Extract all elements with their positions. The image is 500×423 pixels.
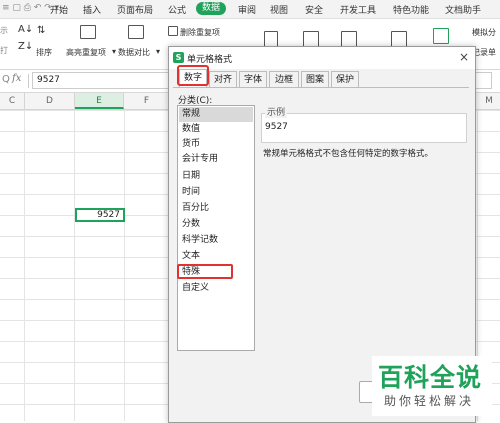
dialog-title-bar[interactable]: S 单元格格式 × xyxy=(169,47,475,69)
menu-tab-home[interactable]: 开始 xyxy=(50,3,68,16)
category-percentage[interactable]: 百分比 xyxy=(179,201,253,216)
tab-font[interactable]: 字体 xyxy=(239,71,267,87)
category-text[interactable]: 文本 xyxy=(179,249,253,264)
category-list[interactable]: 常规 数值 货币 会计专用 日期 时间 百分比 分数 科学记数 文本 特殊 自定… xyxy=(177,105,255,351)
wps-logo-icon: S xyxy=(173,52,184,63)
chevron-down-icon[interactable]: ▾ xyxy=(112,47,116,56)
menu-bar: ≡ ▢ ⎙ ↶ ↷ ▾ 开始 插入 页面布局 公式 数据 审阅 视图 安全 开发… xyxy=(0,0,500,19)
menu-tab-security[interactable]: 安全 xyxy=(305,3,323,16)
col-header-c[interactable]: C xyxy=(0,93,25,109)
col-header-e[interactable]: E xyxy=(75,93,124,109)
watermark-subtitle: 助你轻松解决 xyxy=(384,394,475,408)
category-time[interactable]: 时间 xyxy=(179,185,253,200)
sort-desc-icon[interactable]: Z↓ xyxy=(18,41,33,53)
highlight-duplicates-icon xyxy=(80,25,96,39)
close-icon[interactable]: × xyxy=(459,50,469,64)
validity-icon[interactable] xyxy=(341,31,357,47)
grid-line xyxy=(24,110,25,421)
category-date[interactable]: 日期 xyxy=(179,169,253,184)
tab-pattern[interactable]: 图案 xyxy=(301,71,329,87)
simulate-analysis-button[interactable]: 模拟分 xyxy=(472,27,496,38)
col-header-f[interactable]: F xyxy=(125,93,169,109)
tab-border[interactable]: 边框 xyxy=(269,71,299,87)
highlight-box-special xyxy=(177,264,233,279)
category-general[interactable]: 常规 xyxy=(179,107,253,122)
col-header-d[interactable]: D xyxy=(25,93,75,109)
consolidate-icon[interactable] xyxy=(391,31,407,47)
menu-tab-review[interactable]: 审阅 xyxy=(238,3,256,16)
tab-protection[interactable]: 保护 xyxy=(331,71,359,87)
sample-value: 9527 xyxy=(265,122,288,132)
simulate-icon[interactable] xyxy=(433,28,449,44)
data-compare-icon xyxy=(128,25,144,39)
sample-label: 示例 xyxy=(265,105,288,118)
menu-tab-doc-helper[interactable]: 文档助手 xyxy=(445,3,481,16)
sort-asc-icon[interactable]: A↓ xyxy=(18,24,33,36)
delete-duplicates-button[interactable]: 删除重复项 xyxy=(180,27,220,38)
category-number[interactable]: 数值 xyxy=(179,122,253,137)
menu-tab-special[interactable]: 特色功能 xyxy=(393,3,429,16)
category-accounting[interactable]: 会计专用 xyxy=(179,152,253,167)
tab-alignment[interactable]: 对齐 xyxy=(209,71,237,87)
menu-tab-data[interactable]: 数据 xyxy=(196,2,227,15)
ribbon-left-text: 示 xyxy=(0,26,8,35)
category-custom[interactable]: 自定义 xyxy=(179,281,253,296)
col-header-m[interactable]: M xyxy=(478,93,500,109)
category-currency[interactable]: 货币 xyxy=(179,137,253,152)
tab-divider xyxy=(173,87,469,88)
chevron-down-icon-2[interactable]: ▾ xyxy=(156,47,160,56)
sort-icon[interactable]: ⇅ xyxy=(37,25,45,36)
watermark-title: 百科全说 xyxy=(378,363,483,392)
sample-box: 9527 xyxy=(261,113,467,143)
data-compare-button[interactable]: 数据对比 xyxy=(118,47,150,58)
highlight-duplicates-button[interactable]: 高亮重复项 xyxy=(66,47,106,58)
menu-tab-view[interactable]: 视图 xyxy=(270,3,288,16)
watermark-logo: 百科全说 助你轻松解决 xyxy=(372,356,492,416)
dialog-title: 单元格格式 xyxy=(187,55,233,65)
delete-duplicates-icon xyxy=(168,26,178,36)
grid-line xyxy=(74,110,75,421)
menu-tab-developer[interactable]: 开发工具 xyxy=(340,3,376,16)
sort-button[interactable]: 排序 xyxy=(36,47,52,58)
split-column-icon[interactable] xyxy=(264,31,278,47)
format-description: 常规单元格格式不包含任何特定的数字格式。 xyxy=(263,149,434,159)
zoom-icon[interactable]: Q xyxy=(2,74,10,85)
menu-tab-formula[interactable]: 公式 xyxy=(168,3,186,16)
grid-line xyxy=(124,110,125,421)
selected-cell[interactable]: 9527 xyxy=(75,208,125,222)
fill-icon[interactable] xyxy=(303,31,319,47)
ribbon-left-text2: 打 xyxy=(0,46,8,55)
formula-divider xyxy=(28,74,29,88)
category-scientific[interactable]: 科学记数 xyxy=(179,233,253,248)
fx-icon[interactable]: fx xyxy=(12,73,21,84)
menu-tab-insert[interactable]: 插入 xyxy=(83,3,101,16)
category-fraction[interactable]: 分数 xyxy=(179,217,253,232)
menu-tab-page-layout[interactable]: 页面布局 xyxy=(117,3,153,16)
highlight-box-number-tab xyxy=(177,65,209,86)
